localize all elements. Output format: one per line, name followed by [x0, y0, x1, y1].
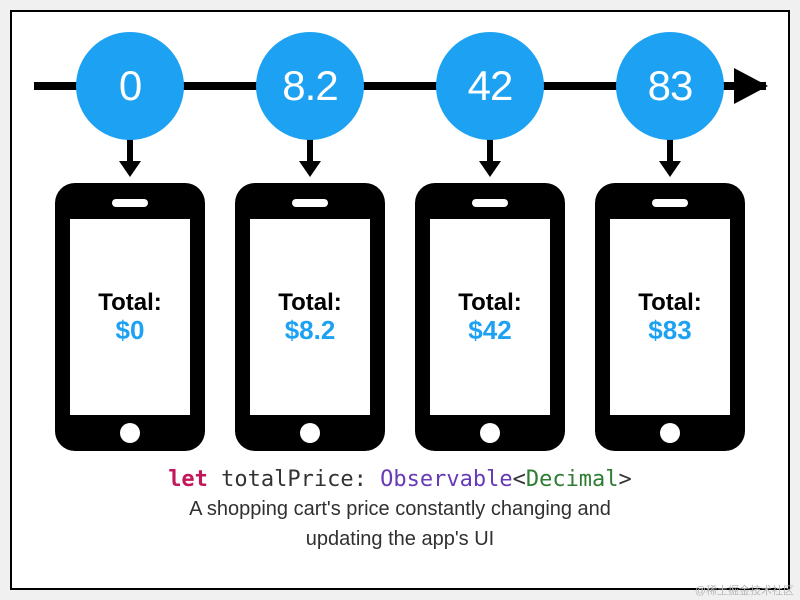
type-observable: Observable	[380, 467, 512, 492]
total-value: $8.2	[285, 315, 336, 346]
phone-home-icon	[660, 423, 680, 443]
caption: let totalPrice: Observable<Decimal> A sh…	[34, 467, 766, 552]
arrow-down-icon	[256, 137, 364, 181]
phone-icon: Total: $8.2	[235, 183, 385, 451]
phone-home-icon	[480, 423, 500, 443]
phone-row: Total: $0 Total: $8.2 Total: $42 Total	[34, 183, 766, 451]
phone-icon: Total: $0	[55, 183, 205, 451]
arrow-down-icon	[616, 137, 724, 181]
total-value: $42	[468, 315, 511, 346]
arrow-down-icon	[436, 137, 544, 181]
angle-lt: <	[513, 467, 526, 492]
description-line-2: updating the app's UI	[34, 526, 766, 552]
phone-screen: Total: $83	[610, 219, 730, 415]
arrow-down-icon	[76, 137, 184, 181]
phone-speaker-icon	[112, 199, 148, 207]
phone-screen: Total: $0	[70, 219, 190, 415]
phone-home-icon	[120, 423, 140, 443]
code-declaration: let totalPrice: Observable<Decimal>	[34, 467, 766, 492]
total-label: Total:	[278, 289, 342, 317]
keyword-let: let	[168, 467, 208, 492]
description-line-1: A shopping cart's price constantly chang…	[34, 496, 766, 522]
phone-screen: Total: $42	[430, 219, 550, 415]
phone-speaker-icon	[652, 199, 688, 207]
phone-icon: Total: $42	[415, 183, 565, 451]
angle-gt: >	[619, 467, 632, 492]
total-label: Total:	[98, 289, 162, 317]
down-arrow-row	[34, 137, 766, 181]
marble-3: 83	[616, 32, 724, 140]
total-label: Total:	[458, 289, 522, 317]
phone-icon: Total: $83	[595, 183, 745, 451]
type-generic: Decimal	[526, 467, 619, 492]
marble-0: 0	[76, 32, 184, 140]
marble-2: 42	[436, 32, 544, 140]
total-value: $83	[648, 315, 691, 346]
phone-speaker-icon	[472, 199, 508, 207]
total-label: Total:	[638, 289, 702, 317]
phone-screen: Total: $8.2	[250, 219, 370, 415]
watermark: @稀土掘金技术社区	[695, 582, 794, 598]
marble-row: 0 8.2 42 83	[34, 32, 766, 140]
variable-name: totalPrice:	[208, 467, 380, 492]
diagram-frame: 0 8.2 42 83 Total: $0 Total: $8.2	[10, 10, 790, 590]
phone-speaker-icon	[292, 199, 328, 207]
marble-1: 8.2	[256, 32, 364, 140]
observable-timeline: 0 8.2 42 83	[34, 32, 766, 137]
total-value: $0	[116, 315, 145, 346]
phone-home-icon	[300, 423, 320, 443]
